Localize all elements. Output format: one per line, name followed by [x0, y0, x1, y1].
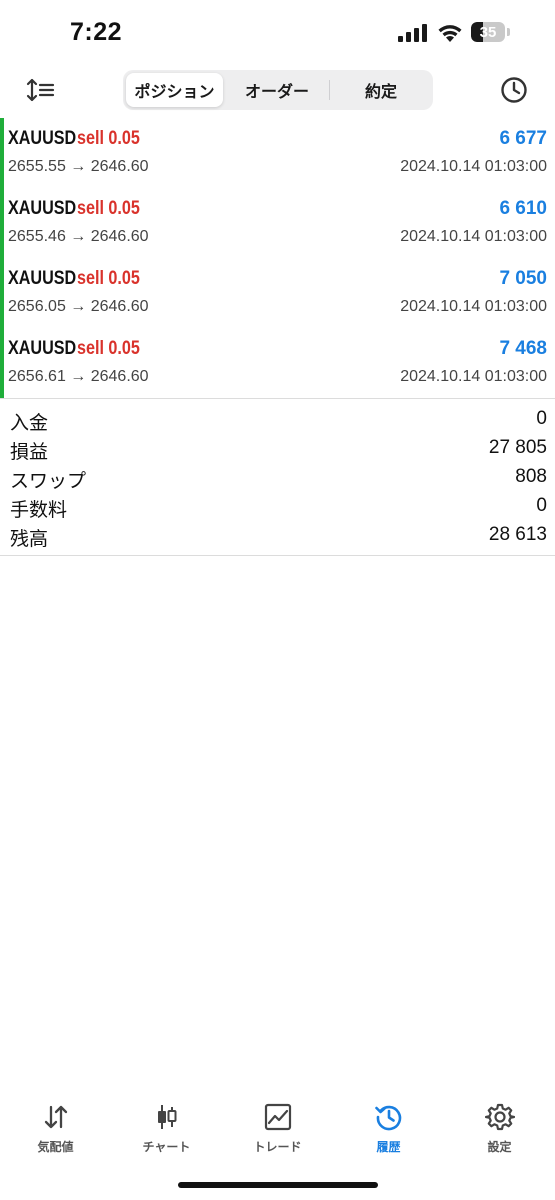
- trade-time: 2024.10.14 01:03:00: [400, 368, 547, 385]
- summary-label: 残高: [10, 529, 49, 550]
- battery-level-text: 35: [479, 23, 497, 41]
- trade-time: 2024.10.14 01:03:00: [400, 158, 547, 175]
- history-toolbar: ポジション オーダー 約定: [0, 68, 555, 112]
- trade-prices: 2656.05 → 2646.60: [8, 298, 149, 315]
- summary-divider: [0, 555, 555, 556]
- nav-label: 設定: [487, 1140, 512, 1154]
- battery-icon: 35: [471, 22, 505, 42]
- trade-side-volume: sell 0.05: [77, 338, 140, 359]
- trade-list: XAUUSD sell 0.05 6 677 2655.55 → 2646.60…: [0, 118, 555, 398]
- bottom-tab-bar: 気配値 チャート トレード 履歴 設定: [0, 1098, 555, 1160]
- cellular-signal-icon: [398, 24, 427, 42]
- trade-profit: 6 677: [499, 128, 547, 149]
- nav-label: チャート: [142, 1140, 191, 1154]
- quotes-arrows-icon: [44, 1105, 68, 1129]
- trade-prices: 2655.55 → 2646.60: [8, 158, 149, 175]
- tab-orders[interactable]: オーダー: [226, 73, 328, 107]
- summary-row-profit: 損益 27 805: [0, 435, 555, 464]
- nav-label: トレード: [253, 1140, 302, 1154]
- summary-row-balance: 残高 28 613: [0, 522, 555, 551]
- trade-profit: 6 610: [499, 198, 547, 219]
- trade-row[interactable]: XAUUSD sell 0.05 6 677 2655.55 → 2646.60…: [0, 118, 555, 188]
- summary-value: 0: [536, 408, 547, 429]
- nav-history[interactable]: 履歴: [333, 1098, 444, 1160]
- history-screen: 7:22 35 ポジション オーダー 約定 XAUUSD sell 0.05 6…: [0, 0, 555, 1200]
- segment-divider: [329, 80, 330, 100]
- status-bar: 7:22 35: [0, 0, 555, 68]
- trade-prices: 2656.61 → 2646.60: [8, 368, 149, 385]
- trade-row[interactable]: XAUUSD sell 0.05 6 610 2655.46 → 2646.60…: [0, 188, 555, 258]
- history-clock-icon: [375, 1105, 402, 1131]
- summary-value: 808: [515, 466, 547, 487]
- summary-value: 0: [536, 495, 547, 516]
- sort-icon[interactable]: [26, 77, 56, 103]
- gear-icon: [485, 1103, 515, 1131]
- tab-deals[interactable]: 約定: [331, 73, 431, 107]
- summary-row-swap: スワップ 808: [0, 464, 555, 493]
- nav-chart[interactable]: チャート: [111, 1098, 222, 1160]
- candlestick-chart-icon: [158, 1105, 177, 1129]
- nav-label: 履歴: [376, 1140, 401, 1154]
- summary-value: 28 613: [488, 524, 547, 545]
- account-summary: 入金 0 損益 27 805 スワップ 808 手数料 0 残高 28 613: [0, 406, 555, 551]
- nav-quotes[interactable]: 気配値: [0, 1098, 111, 1160]
- trade-prices: 2655.46 → 2646.60: [8, 228, 149, 245]
- trade-side-volume: sell 0.05: [77, 128, 140, 149]
- nav-label: 気配値: [37, 1140, 74, 1154]
- trade-symbol: XAUUSD: [8, 198, 77, 219]
- trade-symbol: XAUUSD: [8, 128, 77, 149]
- summary-value: 27 805: [488, 437, 547, 458]
- battery-cap: [507, 28, 510, 36]
- nav-settings[interactable]: 設定: [444, 1098, 555, 1160]
- clock-icon[interactable]: [500, 76, 528, 104]
- summary-label: スワップ: [10, 471, 87, 492]
- status-time: 7:22: [70, 18, 123, 46]
- nav-trade[interactable]: トレード: [222, 1098, 333, 1160]
- trade-profit: 7 050: [499, 268, 547, 289]
- trade-time: 2024.10.14 01:03:00: [400, 228, 547, 245]
- trade-side-volume: sell 0.05: [77, 198, 140, 219]
- wifi-icon: [438, 25, 462, 42]
- home-indicator: [178, 1182, 378, 1188]
- summary-label: 入金: [10, 413, 49, 434]
- summary-row-commission: 手数料 0: [0, 493, 555, 522]
- tab-positions[interactable]: ポジション: [126, 73, 223, 107]
- trade-row[interactable]: XAUUSD sell 0.05 7 050 2656.05 → 2646.60…: [0, 258, 555, 328]
- summary-label: 損益: [10, 442, 49, 463]
- trade-symbol: XAUUSD: [8, 338, 77, 359]
- trade-row[interactable]: XAUUSD sell 0.05 7 468 2656.61 → 2646.60…: [0, 328, 555, 398]
- history-segmented-control: ポジション オーダー 約定: [123, 70, 433, 110]
- trade-side-volume: sell 0.05: [77, 268, 140, 289]
- summary-label: 手数料: [10, 500, 68, 521]
- trade-time: 2024.10.14 01:03:00: [400, 298, 547, 315]
- summary-row-deposit: 入金 0: [0, 406, 555, 435]
- trade-profit: 7 468: [499, 338, 547, 359]
- trade-line-chart-icon: [264, 1103, 292, 1131]
- trade-symbol: XAUUSD: [8, 268, 77, 289]
- trades-divider: [0, 398, 555, 399]
